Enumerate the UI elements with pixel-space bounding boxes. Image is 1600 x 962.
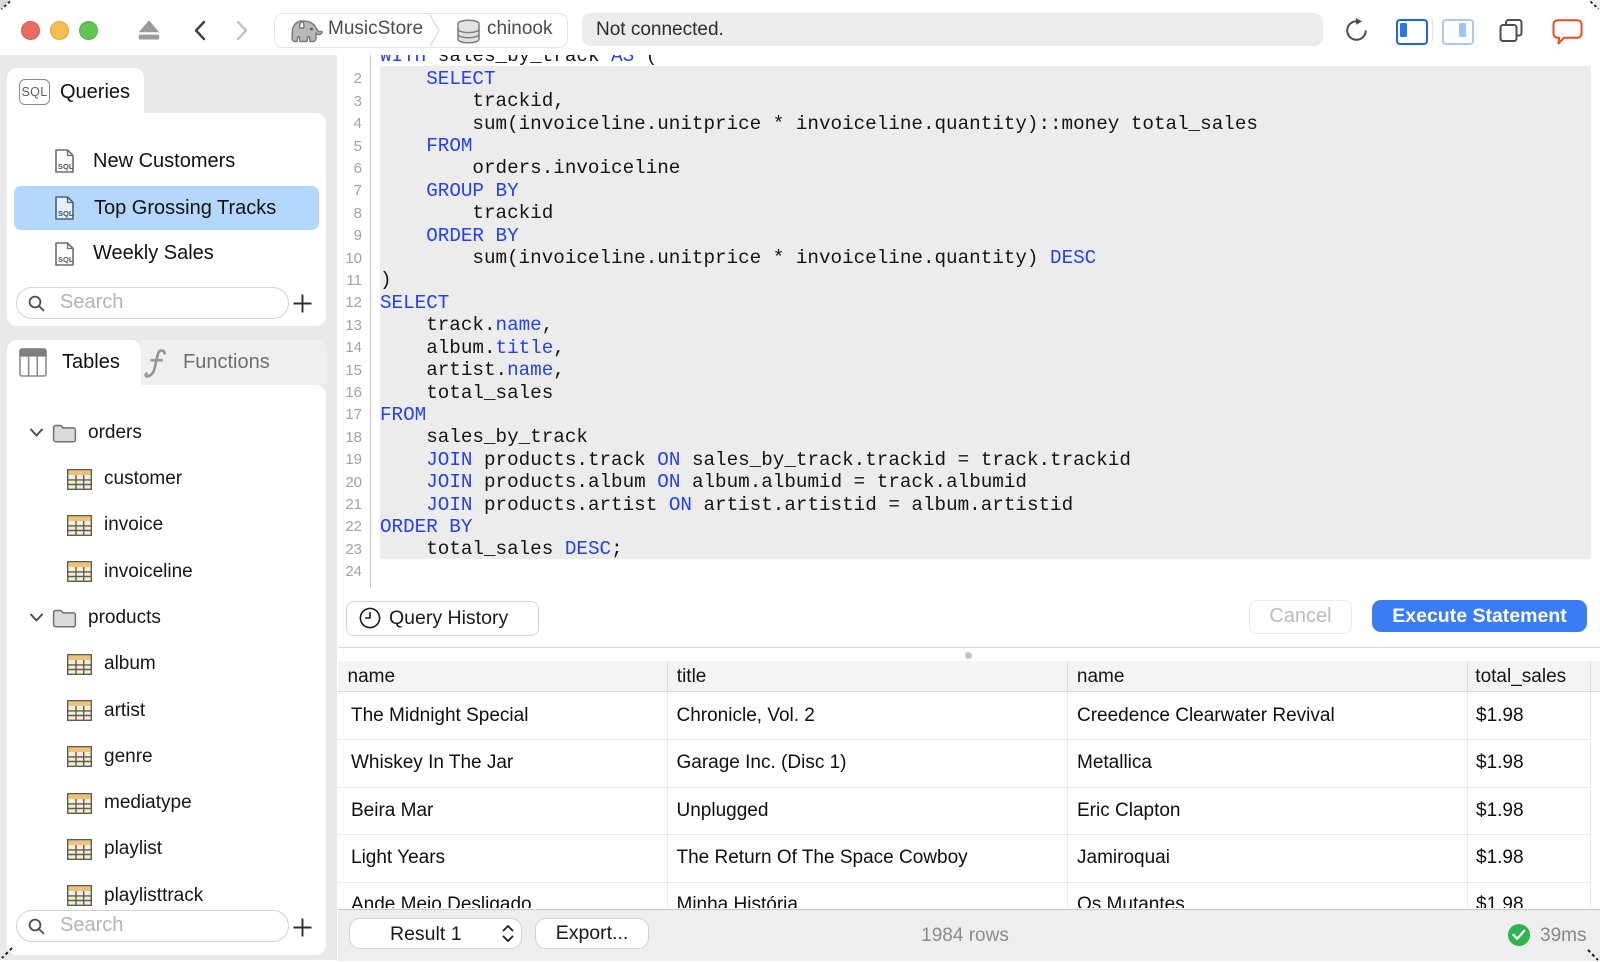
svg-text:SQL: SQL bbox=[58, 209, 74, 218]
svg-text:SQL: SQL bbox=[58, 255, 74, 264]
svg-text:SQL: SQL bbox=[58, 162, 74, 171]
